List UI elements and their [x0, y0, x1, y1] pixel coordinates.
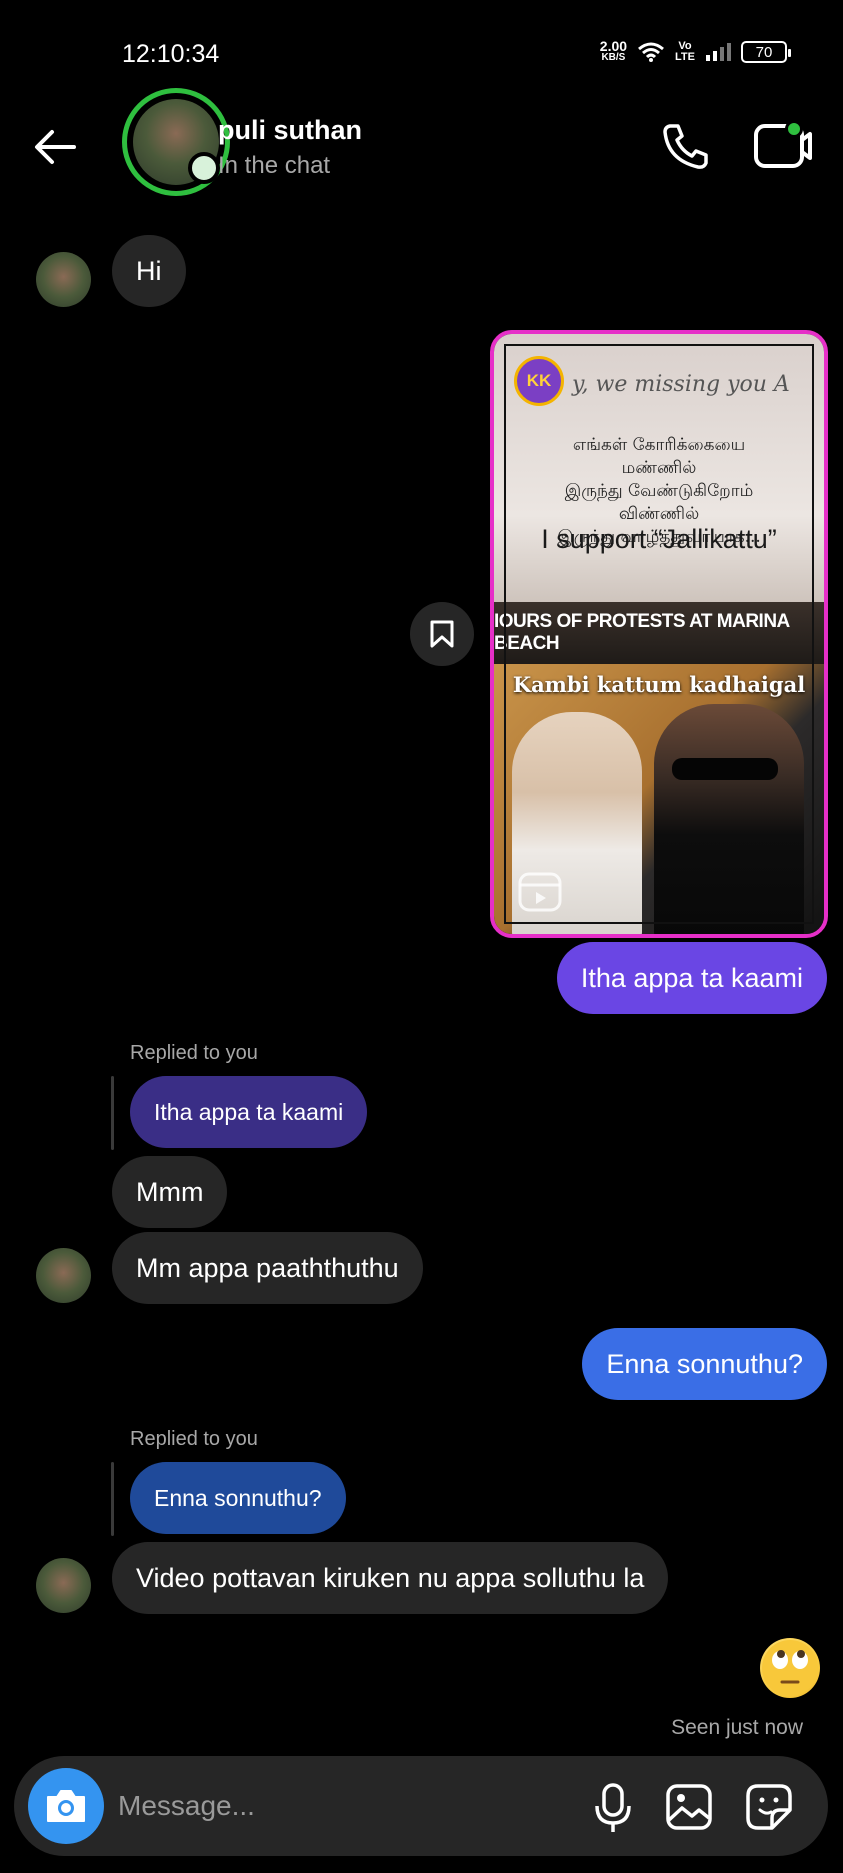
reel-banner: IOURS OF PROTESTS AT MARINA BEACH	[494, 602, 824, 664]
reply-bar	[111, 1462, 114, 1536]
contact-name[interactable]: puli suthan	[218, 115, 362, 146]
message-bubble-incoming[interactable]: Mmm	[112, 1156, 228, 1228]
reel-icon	[518, 872, 562, 912]
signal-icon	[706, 43, 731, 61]
status-icons: 2.00 KB/S Vo LTE 70	[599, 38, 791, 64]
quoted-message[interactable]: Itha appa ta kaami	[130, 1076, 368, 1148]
shared-reel[interactable]: KK y, we missing you A எங்கள் கோரிக்கையை…	[490, 330, 828, 938]
reel-tamil-line: மண்ணில்	[621, 458, 697, 478]
reply-label: Replied to you	[130, 1428, 258, 1450]
message-input[interactable]	[118, 1780, 558, 1832]
gallery-icon[interactable]	[664, 1782, 714, 1832]
wifi-icon	[638, 42, 664, 62]
sender-avatar[interactable]	[36, 252, 91, 307]
reel-sunglasses	[672, 758, 778, 780]
video-active-indicator	[785, 120, 803, 138]
reply-label: Replied to you	[130, 1042, 258, 1064]
sticker-icon[interactable]	[744, 1782, 794, 1832]
save-reel-button[interactable]	[410, 602, 474, 666]
seen-status: Seen just now	[671, 1716, 803, 1739]
reel-top-caption: y, we missing you A	[572, 372, 790, 397]
message-bubble-incoming[interactable]: Hi	[112, 235, 186, 307]
battery-indicator: 70	[741, 41, 791, 63]
reply-bar	[111, 1076, 114, 1150]
reel-tamil-line: இருந்து வேண்டுகிறோம்	[564, 481, 754, 501]
reel-tamil-line: எங்கள் கோரிக்கையை	[572, 435, 746, 455]
network-speed-unit: KB/S	[601, 52, 626, 63]
video-call-icon[interactable]	[752, 118, 812, 174]
contact-status: In the chat	[218, 152, 331, 179]
status-time: 12:10:34	[122, 40, 220, 68]
message-bubble-incoming[interactable]: Video pottavan kiruken nu appa solluthu …	[112, 1542, 669, 1614]
quoted-message[interactable]: Enna sonnuthu?	[130, 1462, 346, 1534]
volte-bottom: LTE	[675, 51, 695, 63]
microphone-icon[interactable]	[590, 1782, 636, 1834]
message-bubble-outgoing[interactable]: Enna sonnuthu?	[582, 1328, 827, 1400]
network-speed: 2.00 KB/S	[599, 38, 628, 64]
message-bubble-outgoing[interactable]: Itha appa ta kaami	[556, 942, 827, 1014]
message-bubble-incoming[interactable]: Mm appa paaththuthu	[112, 1232, 423, 1304]
network-speed-value: 2.00	[599, 38, 628, 54]
camera-button[interactable]	[28, 1768, 104, 1844]
sender-avatar[interactable]	[36, 1558, 91, 1613]
reel-channel-logo: KK	[514, 356, 564, 406]
reel-person-right	[654, 704, 804, 934]
online-indicator	[188, 152, 220, 184]
back-arrow-icon[interactable]	[30, 122, 80, 172]
reel-tamil-line: விண்ணில்	[618, 504, 700, 524]
reel-banner-text: IOURS OF PROTESTS AT MARINA BEACH	[494, 611, 790, 654]
phone-icon[interactable]	[660, 120, 712, 172]
camera-icon	[47, 1790, 85, 1822]
reel-bottom-title: Kambi kattum kadhaigal	[512, 672, 806, 697]
rolling-eyes-emoji-icon[interactable]	[760, 1638, 820, 1698]
bookmark-icon	[430, 620, 454, 648]
sender-avatar[interactable]	[36, 1248, 91, 1303]
reel-support-text: I support “Jallikattu”	[541, 524, 777, 554]
volte-indicator: Vo LTE	[675, 41, 695, 63]
